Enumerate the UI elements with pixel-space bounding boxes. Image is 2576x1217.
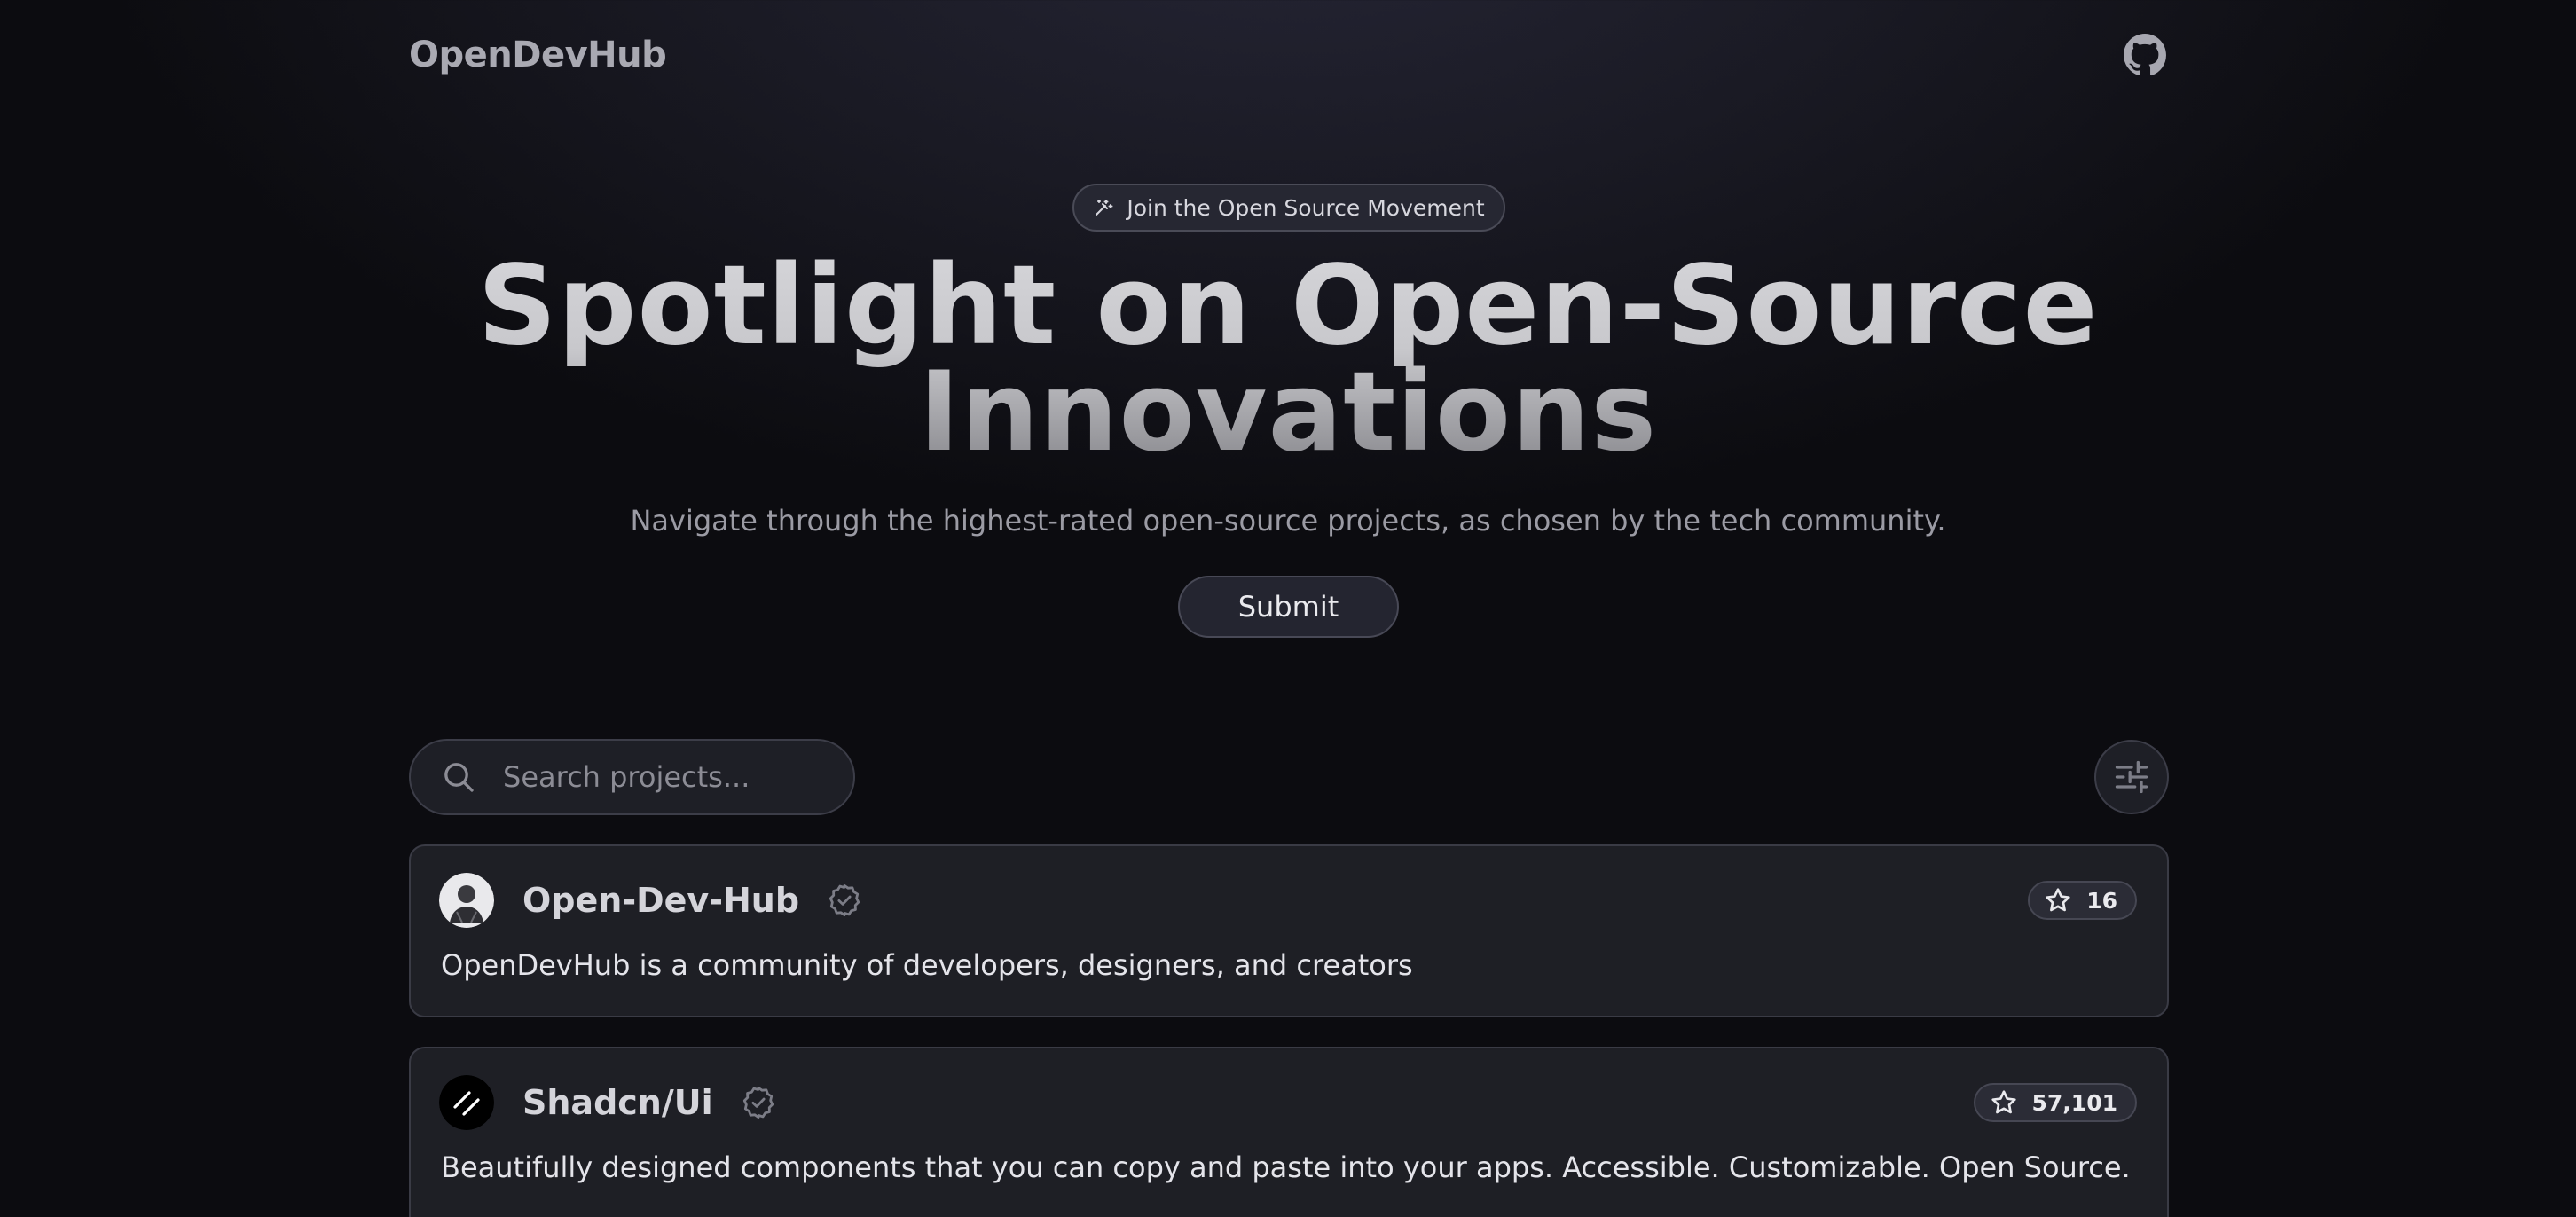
avatar [439, 1075, 494, 1130]
avatar [439, 873, 494, 928]
project-description: OpenDevHub is a community of developers,… [441, 948, 1413, 982]
project-card-open-dev-hub[interactable]: Open-Dev-Hub 16 OpenDevHub is a communit… [409, 844, 2169, 1017]
project-name[interactable]: Open-Dev-Hub [522, 881, 799, 920]
submit-button[interactable]: Submit [1178, 576, 1399, 638]
sparkles-icon [1096, 200, 1113, 216]
star-count-badge[interactable]: 57,101 [1973, 1083, 2137, 1122]
project-card-shadcn-ui[interactable]: Shadcn/Ui 57,101 Beautifully designed co… [409, 1047, 2169, 1217]
filter-button[interactable] [2094, 740, 2169, 814]
hero-subtitle: Navigate through the highest-rated open-… [630, 504, 1946, 538]
verified-badge-icon [829, 883, 860, 917]
logo[interactable]: OpenDevHub [409, 35, 667, 75]
star-icon [2046, 888, 2070, 912]
star-count: 16 [2086, 887, 2117, 914]
search-icon [444, 763, 474, 792]
star-count: 57,101 [2031, 1089, 2117, 1116]
hero-title: Spotlight on Open-Source Innovations [0, 253, 2576, 466]
project-description: Beautifully designed components that you… [441, 1150, 2131, 1184]
star-icon [1991, 1090, 2016, 1114]
project-name[interactable]: Shadcn/Ui [522, 1083, 713, 1122]
sliders-icon [2115, 760, 2148, 794]
hero-title-line-2: Innovations [918, 349, 1658, 476]
join-movement-badge[interactable]: Join the Open Source Movement [1072, 184, 1505, 232]
search-input[interactable] [503, 760, 822, 794]
github-icon[interactable] [2123, 33, 2167, 77]
search-bar[interactable] [409, 739, 855, 815]
badge-label: Join the Open Source Movement [1127, 194, 1485, 221]
star-count-badge[interactable]: 16 [2028, 881, 2137, 920]
top-nav: OpenDevHub [409, 27, 2167, 83]
project-card-header: Open-Dev-Hub 16 [439, 873, 2137, 928]
project-card-header: Shadcn/Ui 57,101 [439, 1075, 2137, 1130]
verified-badge-icon [742, 1086, 774, 1119]
